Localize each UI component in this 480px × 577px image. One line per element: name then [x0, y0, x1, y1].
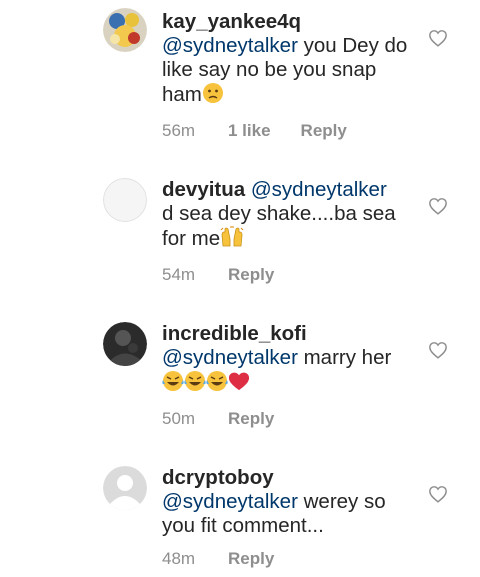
- mention-link[interactable]: @sydneytalker: [162, 346, 298, 369]
- laughing-tears-icon: [206, 370, 228, 398]
- red-heart-icon: [228, 370, 250, 398]
- heart-outline-icon[interactable]: [428, 29, 448, 47]
- comment-meta: 54m Reply: [162, 264, 412, 286]
- laughing-tears-icon: [184, 370, 206, 398]
- comment-text: kay_yankee4q @sydneytalker you Dey do li…: [162, 10, 412, 110]
- heart-outline-icon[interactable]: [428, 197, 448, 215]
- timestamp: 54m: [162, 265, 196, 284]
- avatar[interactable]: [103, 466, 147, 510]
- heart-outline-icon[interactable]: [428, 341, 448, 359]
- username[interactable]: kay_yankee4q: [162, 10, 301, 33]
- username[interactable]: devyitua: [162, 178, 245, 201]
- mention-link[interactable]: @sydneytalker: [251, 178, 387, 201]
- comment-meta: 50m Reply: [162, 408, 412, 430]
- heart-outline-icon[interactable]: [428, 485, 448, 503]
- mention-link[interactable]: @sydneytalker: [162, 34, 298, 57]
- raising-hands-icon: [220, 226, 244, 254]
- reply-button[interactable]: Reply: [228, 264, 274, 286]
- username[interactable]: incredible_kofi: [162, 322, 307, 345]
- laughing-tears-icon: [162, 370, 184, 398]
- mention-link[interactable]: @sydneytalker: [162, 490, 298, 513]
- comment-meta: 56m 1 like Reply: [162, 120, 412, 142]
- reply-button[interactable]: Reply: [228, 548, 274, 570]
- avatar[interactable]: [103, 8, 147, 52]
- like-count[interactable]: 1 like: [228, 120, 271, 142]
- timestamp: 48m: [162, 549, 196, 568]
- comment-text: dcryptoboy @sydneytalker werey so you fi…: [162, 466, 412, 538]
- comment-text: devyitua @sydneytalker d sea dey shake..…: [162, 178, 412, 254]
- reply-button[interactable]: Reply: [228, 408, 274, 430]
- avatar[interactable]: [103, 178, 147, 222]
- comment-meta: 48m Reply: [162, 548, 412, 570]
- avatar[interactable]: [103, 322, 147, 366]
- timestamp: 50m: [162, 409, 196, 428]
- confused-face-icon: [202, 82, 224, 110]
- comment-message: d sea dey shake....ba sea for me: [162, 202, 396, 250]
- reply-button[interactable]: Reply: [301, 120, 347, 142]
- username[interactable]: dcryptoboy: [162, 466, 274, 489]
- comment-message: marry her: [303, 346, 392, 369]
- comment-text: incredible_kofi @sydneytalker marry her: [162, 322, 412, 398]
- timestamp: 56m: [162, 121, 196, 140]
